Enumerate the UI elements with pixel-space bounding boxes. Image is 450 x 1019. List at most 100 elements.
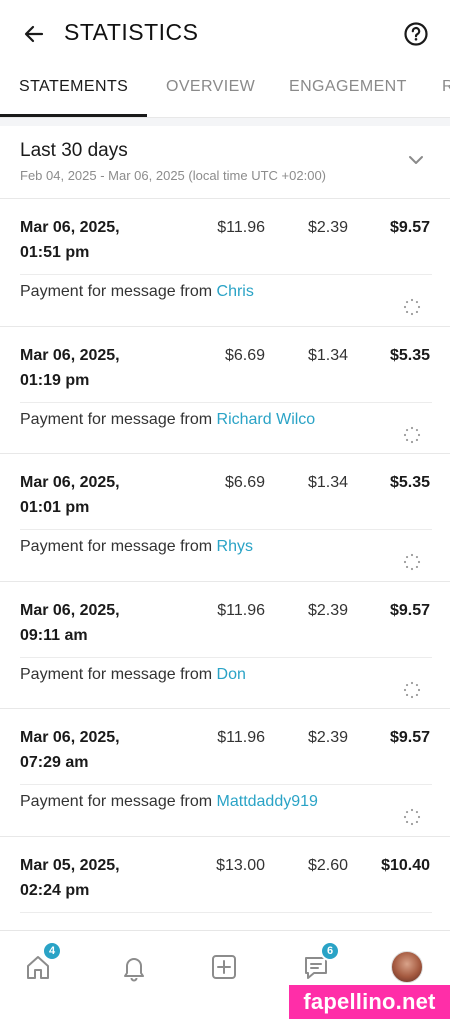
- statement-fee: $2.39: [307, 219, 348, 236]
- arrow-left-icon: [24, 25, 44, 43]
- statement-gross: $6.69: [224, 474, 265, 491]
- statement-time: 01:19 pm: [20, 371, 90, 389]
- row-divider: [20, 529, 432, 530]
- watermark: fapellino.net: [289, 985, 450, 1019]
- statement-description: Payment for message from Rhys: [20, 538, 253, 556]
- sender-link[interactable]: Mattdaddy919: [217, 793, 318, 810]
- statement-datetime: Mar 06, 2025, 09:11 am: [20, 598, 120, 648]
- statement-fee: $1.34: [307, 474, 348, 491]
- statement-date: Mar 06, 2025,: [20, 219, 120, 236]
- statement-summary: Mar 05, 2025, 02:24 pm $13.00 $2.60 $10.…: [0, 837, 450, 912]
- statement-fee: $2.39: [307, 601, 348, 619]
- back-button[interactable]: [20, 20, 48, 48]
- row-divider: [20, 911, 432, 913]
- statement-datetime: Mar 06, 2025, 01:19 pm: [20, 343, 120, 393]
- statement-summary: Mar 06, 2025, 01:01 pm $6.69 $1.34 $5.35: [0, 454, 450, 529]
- nav-notifications[interactable]: [116, 949, 152, 985]
- section-gap: [0, 118, 450, 126]
- statement-row: Mar 06, 2025, 09:11 am $11.96 $2.39 $9.5…: [0, 582, 450, 709]
- sender-link[interactable]: Chris: [217, 283, 254, 300]
- home-badge: 4: [42, 941, 62, 961]
- description-text: Payment for message from: [20, 410, 217, 428]
- statement-fee: $1.34: [307, 346, 348, 364]
- row-divider: [20, 656, 432, 658]
- statement-datetime: Mar 06, 2025, 07:29 am: [20, 725, 120, 775]
- active-tab-indicator: [0, 114, 147, 117]
- statement-description: Payment for message from Richard Wilco: [20, 411, 315, 429]
- tab-overview[interactable]: OVERVIEW: [166, 78, 255, 96]
- statement-time: 07:29 am: [20, 754, 89, 771]
- period-selector[interactable]: Last 30 days Feb 04, 2025 - Mar 06, 2025…: [0, 126, 450, 199]
- statement-date: Mar 05, 2025,: [20, 856, 120, 874]
- nav-profile[interactable]: [389, 949, 425, 985]
- loading-spinner-icon: [403, 553, 421, 571]
- help-button[interactable]: [402, 20, 430, 48]
- tab-engagement[interactable]: ENGAGEMENT: [289, 78, 407, 96]
- statement-net: $5.35: [389, 346, 430, 364]
- description-text: Payment for message from: [20, 665, 217, 683]
- statement-net: $5.35: [389, 474, 430, 491]
- period-title: Last 30 days: [20, 140, 128, 161]
- period-range: Feb 04, 2025 - Mar 06, 2025 (local time …: [20, 168, 327, 183]
- sender-link[interactable]: Rhys: [217, 538, 253, 555]
- statement-fee: $2.39: [307, 729, 348, 746]
- nav-messages[interactable]: 6: [298, 941, 340, 985]
- sender-link[interactable]: Don: [217, 666, 246, 683]
- nav-add-post[interactable]: [206, 949, 242, 985]
- statement-datetime: Mar 06, 2025, 01:01 pm: [20, 470, 120, 520]
- statement-time: 02:24 pm: [20, 881, 90, 899]
- row-divider: [20, 274, 432, 275]
- page-title: STATISTICS: [64, 19, 199, 45]
- chevron-down-icon: [409, 156, 423, 164]
- row-divider: [20, 401, 432, 403]
- statement-gross: $6.69: [224, 346, 265, 364]
- messages-badge: 6: [320, 941, 340, 961]
- statement-net: $10.40: [381, 856, 430, 874]
- avatar: [391, 951, 423, 983]
- statement-row: Mar 06, 2025, 01:01 pm $6.69 $1.34 $5.35…: [0, 454, 450, 582]
- loading-spinner-icon: [403, 681, 421, 698]
- statement-gross: $13.00: [216, 856, 265, 874]
- app-header: STATISTICS: [0, 0, 450, 66]
- bell-icon: [124, 958, 144, 982]
- loading-spinner-icon: [403, 426, 421, 443]
- loading-spinner-icon: [403, 298, 421, 316]
- statement-gross: $11.96: [217, 219, 265, 236]
- statement-datetime: Mar 05, 2025, 02:24 pm: [20, 853, 120, 903]
- description-text: Payment for message from: [20, 538, 217, 555]
- statement-time: 09:11 am: [20, 626, 88, 644]
- statement-date: Mar 06, 2025,: [20, 729, 120, 746]
- statement-time: 01:01 pm: [20, 499, 90, 516]
- statement-summary: Mar 06, 2025, 01:51 pm $11.96 $2.39 $9.5…: [0, 199, 450, 274]
- statement-net: $9.57: [389, 601, 430, 619]
- tab-bar: STATEMENTS OVERVIEW ENGAGEMENT R: [0, 66, 450, 118]
- sender-link[interactable]: Richard Wilco: [217, 411, 316, 428]
- statement-summary: Mar 06, 2025, 07:29 am $11.96 $2.39 $9.5…: [0, 709, 450, 784]
- tab-partial[interactable]: R: [442, 78, 450, 96]
- statement-summary: Mar 06, 2025, 09:11 am $11.96 $2.39 $9.5…: [0, 582, 450, 657]
- statement-datetime: Mar 06, 2025, 01:51 pm: [20, 215, 120, 265]
- statement-fee: $2.60: [307, 856, 348, 874]
- statement-time: 01:51 pm: [20, 244, 90, 261]
- statement-gross: $11.96: [217, 601, 265, 619]
- question-circle-icon: [404, 22, 428, 46]
- statement-row: Mar 06, 2025, 01:51 pm $11.96 $2.39 $9.5…: [0, 199, 450, 327]
- statement-description: Payment for message from Chris: [20, 283, 254, 301]
- statement-description: Payment for message from Mattdaddy919: [20, 793, 318, 811]
- nav-home[interactable]: 4: [20, 941, 62, 985]
- statement-list: Mar 06, 2025, 01:51 pm $11.96 $2.39 $9.5…: [0, 199, 450, 964]
- row-divider: [20, 784, 432, 785]
- statement-row: Mar 06, 2025, 01:19 pm $6.69 $1.34 $5.35…: [0, 327, 450, 454]
- statement-net: $9.57: [389, 729, 430, 746]
- statement-gross: $11.96: [217, 729, 265, 746]
- description-text: Payment for message from: [20, 793, 217, 810]
- statement-date: Mar 06, 2025,: [20, 474, 120, 491]
- statement-summary: Mar 06, 2025, 01:19 pm $6.69 $1.34 $5.35: [0, 327, 450, 402]
- description-text: Payment for message from: [20, 283, 217, 300]
- statement-description: Payment for message from Don: [20, 666, 246, 684]
- statement-row: Mar 06, 2025, 07:29 am $11.96 $2.39 $9.5…: [0, 709, 450, 837]
- plus-square-icon: [212, 955, 236, 979]
- tab-statements[interactable]: STATEMENTS: [19, 78, 128, 96]
- statement-date: Mar 06, 2025,: [20, 601, 120, 619]
- statement-net: $9.57: [389, 219, 430, 236]
